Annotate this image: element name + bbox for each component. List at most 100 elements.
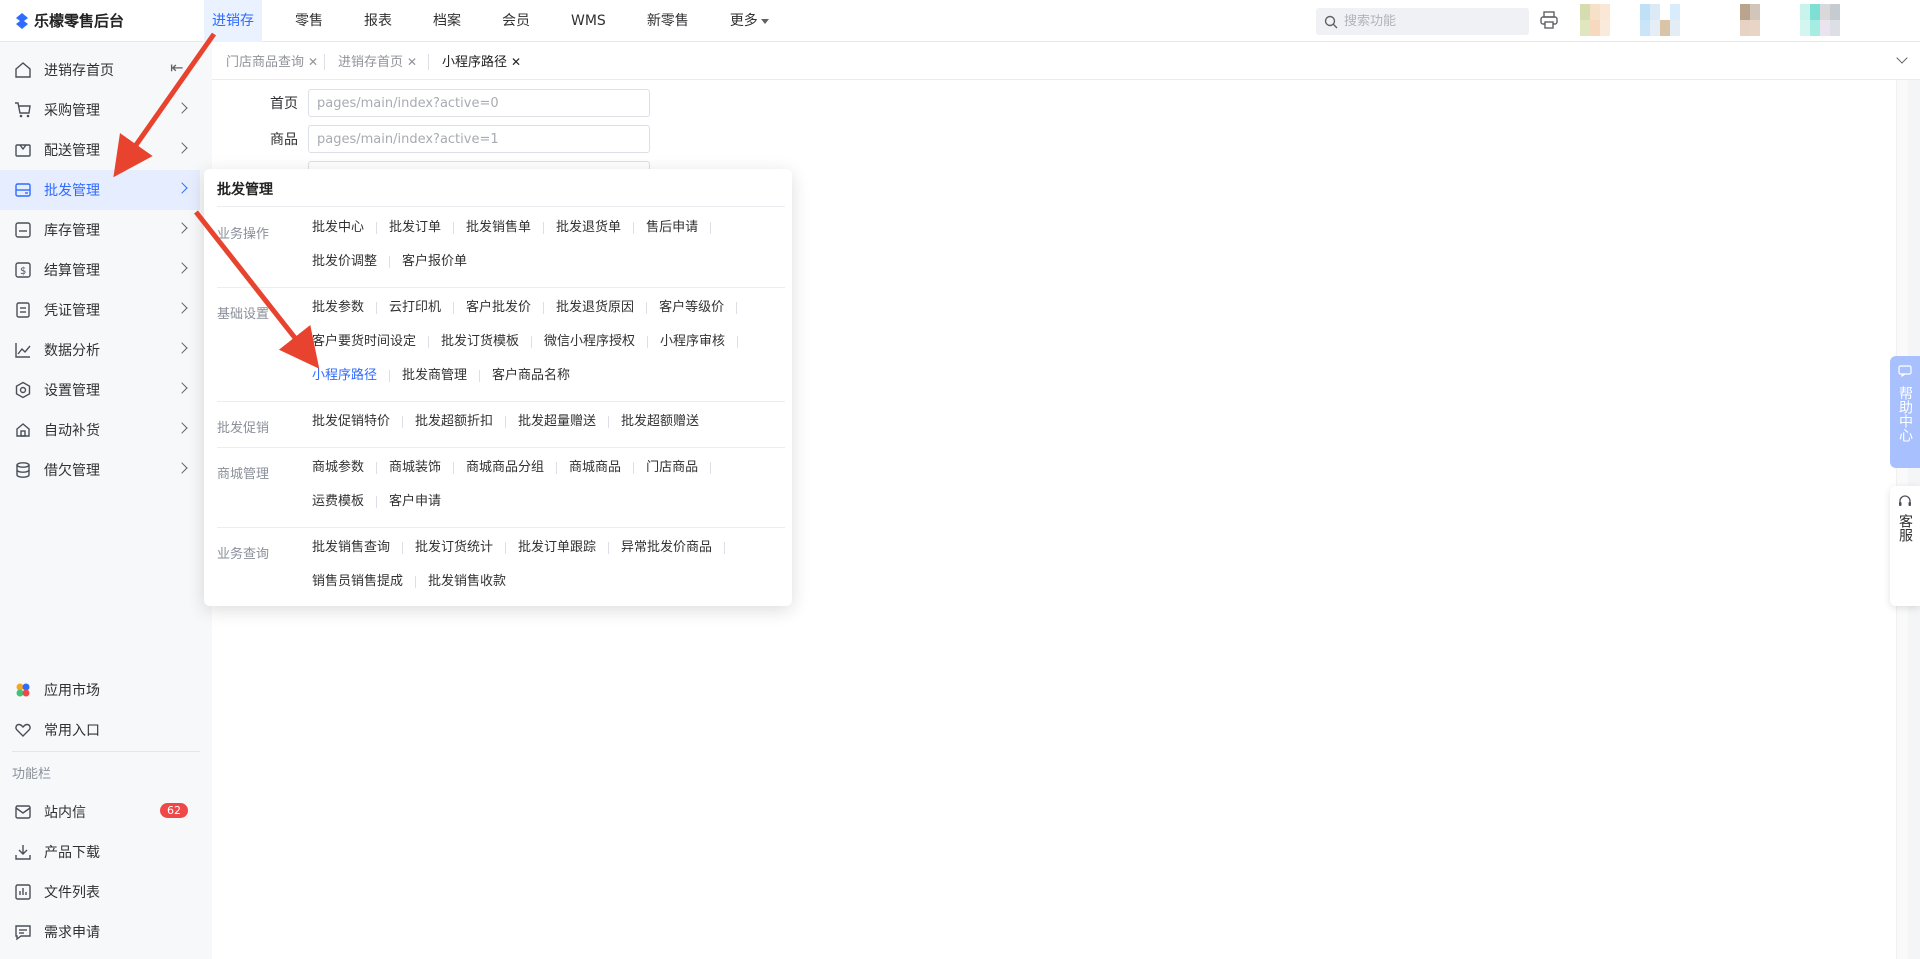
sidebar-item-file-list[interactable]: 文件列表 [0, 872, 200, 912]
logo-icon [16, 12, 28, 29]
chevron-right-icon [176, 182, 188, 194]
nav-item-archives[interactable]: 档案 [425, 0, 469, 42]
org-avatar-blurred[interactable] [1740, 4, 1780, 36]
chart-icon [14, 341, 32, 359]
printer-icon[interactable] [1539, 10, 1559, 30]
menu-link[interactable]: 批发商管理 [402, 365, 492, 387]
nav-item-retail[interactable]: 零售 [287, 0, 331, 42]
sidebar-item-settings[interactable]: 设置管理 [0, 370, 200, 410]
sidebar-item-delivery[interactable]: 配送管理 [0, 130, 200, 170]
search-input[interactable] [1344, 14, 1524, 29]
menu-link[interactable]: 客户批发价 [466, 297, 556, 319]
sidebar-item-wholesale[interactable]: 批发管理 [0, 170, 200, 210]
menu-link[interactable]: 运费模板 [312, 491, 389, 513]
menu-link[interactable]: 客户申请 [389, 491, 441, 513]
sidebar-item-voucher[interactable]: 凭证管理 [0, 290, 200, 330]
chevron-right-icon [176, 342, 188, 354]
help-center-tab[interactable]: 帮助中心 [1890, 356, 1920, 468]
menu-link[interactable]: 商城商品分组 [466, 457, 569, 479]
sidebar-item-label: 配送管理 [44, 143, 100, 159]
app-logo[interactable]: 乐檬零售后台 [14, 10, 124, 31]
menu-link[interactable]: 批发退货原因 [556, 297, 659, 319]
menu-link[interactable]: 客户报价单 [402, 251, 467, 273]
nav-item-inventory[interactable]: 进销存 [204, 0, 262, 42]
menu-link[interactable]: 批发退货单 [556, 217, 646, 239]
menu-link[interactable]: 批发销售收款 [428, 571, 506, 593]
nav-item-reports[interactable]: 报表 [356, 0, 400, 42]
menu-link[interactable]: 批发超量赠送 [518, 411, 621, 433]
sidebar-item-label: 凭证管理 [44, 303, 100, 319]
menu-link[interactable]: 小程序审核 [660, 331, 750, 353]
menu-link[interactable]: 批发价调整 [312, 251, 402, 273]
menu-link[interactable]: 批发订单 [389, 217, 466, 239]
sidebar-item-auto-restock[interactable]: 自动补货 [0, 410, 200, 450]
menu-link-miniprogram-path[interactable]: 小程序路径 [312, 365, 402, 387]
sidebar-item-stock[interactable]: 库存管理 [0, 210, 200, 250]
sidebar-item-settlement[interactable]: $ 结算管理 [0, 250, 200, 290]
menu-link[interactable]: 商城商品 [569, 457, 646, 479]
home-path-input[interactable] [308, 89, 650, 117]
menu-link[interactable]: 批发销售单 [466, 217, 556, 239]
popup-divider [217, 206, 785, 207]
close-icon[interactable]: ✕ [308, 55, 318, 69]
download-icon [14, 843, 32, 861]
menu-link[interactable]: 批发订货模板 [441, 331, 544, 353]
menu-link[interactable]: 批发订单跟踪 [518, 537, 621, 559]
menu-link[interactable]: 客户要货时间设定 [312, 331, 441, 353]
menu-link[interactable]: 商城装饰 [389, 457, 466, 479]
menu-link[interactable]: 批发销售查询 [312, 537, 415, 559]
menu-link[interactable]: 批发超额折扣 [415, 411, 518, 433]
tab-label: 门店商品查询 [226, 55, 305, 70]
menu-link[interactable]: 批发中心 [312, 217, 389, 239]
menu-link[interactable]: 客户等级价 [659, 297, 749, 319]
menu-link[interactable]: 异常批发价商品 [621, 537, 737, 559]
menu-link[interactable]: 售后申请 [646, 217, 723, 239]
menu-link[interactable]: 批发订货统计 [415, 537, 518, 559]
sidebar-item-requests[interactable]: 需求申请 [0, 912, 200, 952]
menu-link[interactable]: 销售员销售提成 [312, 571, 428, 593]
customer-service-tab[interactable]: 客服 [1890, 486, 1920, 606]
sidebar-item-app-market[interactable]: 应用市场 [0, 670, 200, 710]
sidebar-item-analytics[interactable]: 数据分析 [0, 330, 200, 370]
chevron-down-icon[interactable] [1896, 52, 1908, 64]
menu-link[interactable]: 批发超额赠送 [621, 411, 699, 433]
nav-item-more[interactable]: 更多 [722, 0, 777, 42]
user-avatar-blurred[interactable] [1580, 4, 1620, 36]
account-avatar-blurred[interactable] [1800, 4, 1840, 36]
nav-item-new-retail[interactable]: 新零售 [639, 0, 697, 42]
search-box[interactable] [1316, 8, 1529, 35]
close-icon[interactable]: ✕ [511, 55, 521, 69]
mail-icon [14, 803, 32, 821]
sidebar-item-label: 自动补货 [44, 423, 100, 439]
menu-link[interactable]: 商城参数 [312, 457, 389, 479]
tab-inventory-home[interactable]: 进销存首页 ✕ [330, 48, 425, 76]
sidebar-item-downloads[interactable]: 产品下载 [0, 832, 200, 872]
menu-link[interactable]: 门店商品 [646, 457, 723, 479]
menu-link[interactable]: 批发促销特价 [312, 411, 415, 433]
collapse-sidebar-icon[interactable]: ⇤ [170, 58, 183, 77]
tab-store-products[interactable]: 门店商品查询 ✕ [218, 48, 326, 76]
message-icon [1898, 365, 1912, 378]
tab-miniprogram-path[interactable]: 小程序路径 ✕ [434, 48, 529, 76]
sidebar-item-favorites[interactable]: 常用入口 [0, 710, 200, 750]
main-nav: 进销存 零售 报表 档案 会员 WMS 新零售 更多 [204, 0, 802, 42]
nav-item-wms[interactable]: WMS [563, 0, 614, 42]
sidebar-item-messages[interactable]: 站内信 62 [0, 792, 200, 832]
close-icon[interactable]: ✕ [407, 55, 417, 69]
sidebar-item-debt[interactable]: 借欠管理 [0, 450, 200, 490]
menu-link[interactable]: 微信小程序授权 [544, 331, 660, 353]
product-path-input[interactable] [308, 125, 650, 153]
shop-avatar-blurred[interactable] [1640, 4, 1680, 36]
sidebar-item-label: 需求申请 [44, 925, 100, 941]
tab-separator [324, 54, 325, 70]
nav-item-members[interactable]: 会员 [494, 0, 538, 42]
menu-link[interactable]: 批发参数 [312, 297, 389, 319]
menu-link[interactable]: 客户商品名称 [492, 365, 570, 387]
menu-link[interactable]: 云打印机 [389, 297, 466, 319]
sidebar-item-label: 产品下载 [44, 845, 100, 861]
chevron-right-icon [176, 262, 188, 274]
sidebar-item-purchase[interactable]: 采购管理 [0, 90, 200, 130]
sidebar-item-label: 结算管理 [44, 263, 100, 279]
popup-divider [217, 401, 785, 402]
wholesale-menu-popup: 批发管理 业务操作 批发中心 批发订单 批发销售单 批发退货单 售后申请 批发价… [204, 169, 792, 606]
